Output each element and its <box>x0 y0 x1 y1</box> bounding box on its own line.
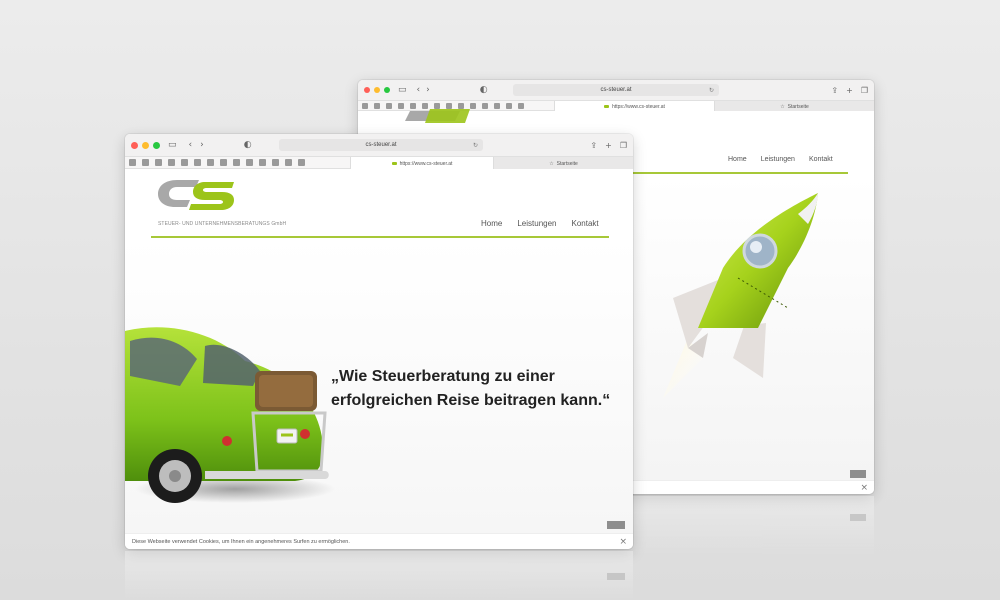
tab-label: Startseite <box>787 103 809 110</box>
address-text: cs-steuer.at <box>600 87 632 93</box>
close-icon[interactable]: × <box>860 483 868 493</box>
maximize-window-button[interactable] <box>153 141 160 149</box>
header-divider <box>151 236 609 238</box>
favorite-item[interactable] <box>482 102 488 109</box>
hero-section: „Wie Steuerberatung zu einer erfolgreich… <box>125 239 633 535</box>
tab-label: https://www.cs-steuer.at <box>399 160 453 167</box>
address-text: cs-steuer.at <box>365 142 397 148</box>
favorite-item[interactable] <box>220 159 227 166</box>
sidebar-icon[interactable]: ▭ <box>168 140 177 150</box>
favicon <box>391 162 397 165</box>
front-toolbar: ▭ ‹ › ◐ cs-steuer.at ↻ ⇪ + ❐ <box>125 134 633 156</box>
favorite-item[interactable] <box>181 159 188 166</box>
star-icon: ☆ <box>780 103 785 110</box>
favorite-item[interactable] <box>129 159 136 166</box>
favorite-item[interactable] <box>207 159 214 166</box>
reload-icon[interactable]: ↻ <box>473 142 478 149</box>
share-icon[interactable]: ⇪ <box>590 141 597 150</box>
close-window-button[interactable] <box>364 87 370 93</box>
front-window-reflection <box>125 551 633 600</box>
favorite-item[interactable] <box>518 102 524 109</box>
plus-icon[interactable]: + <box>605 141 612 150</box>
tabs-icon[interactable]: ❐ <box>861 86 868 95</box>
cookie-text: Diese Webseite verwendet Cookies, um Ihn… <box>132 538 350 545</box>
nav-home[interactable]: Home <box>728 156 747 163</box>
tab-label: https://www.cs-steuer.at <box>612 103 665 110</box>
chevron-right-icon[interactable]: › <box>426 85 430 95</box>
reflection-scroll <box>850 514 866 521</box>
scroll-to-top-button[interactable] <box>607 521 625 529</box>
minimize-window-button[interactable] <box>374 87 380 93</box>
window-controls <box>364 87 390 93</box>
address-bar[interactable]: cs-steuer.at ↻ <box>513 84 719 96</box>
shield-icon[interactable]: ◐ <box>480 85 488 95</box>
nav-leistungen[interactable]: Leistungen <box>761 156 795 163</box>
toolbar-right: ⇪ + ❐ <box>590 141 627 150</box>
minimize-window-button[interactable] <box>142 141 149 149</box>
share-icon[interactable]: ⇪ <box>831 86 838 95</box>
favorite-item[interactable] <box>142 159 149 166</box>
tabs-icon[interactable]: ❐ <box>620 141 627 150</box>
reflection-scroll <box>607 573 625 580</box>
hero-quote: „Wie Steuerberatung zu einer erfolgreich… <box>331 365 610 413</box>
rocket-illustration <box>663 193 818 398</box>
close-window-button[interactable] <box>131 141 138 149</box>
cs-logo[interactable] <box>155 179 239 219</box>
address-bar[interactable]: cs-steuer.at ↻ <box>279 139 483 151</box>
maximize-window-button[interactable] <box>384 87 390 93</box>
favorite-item[interactable] <box>233 159 240 166</box>
favorite-item[interactable] <box>194 159 201 166</box>
logo-subtitle: STEUER- UND UNTERNEHMENSBERATUNGS GmbH <box>158 221 287 227</box>
favicon <box>604 105 610 108</box>
favorite-item[interactable] <box>386 102 392 109</box>
scroll-to-top-button[interactable] <box>850 470 866 478</box>
nav-kontakt[interactable]: Kontakt <box>572 219 599 228</box>
favorite-item[interactable] <box>362 102 368 109</box>
front-browser-window: ▭ ‹ › ◐ cs-steuer.at ↻ ⇪ + ❐ https://www… <box>125 134 633 549</box>
main-nav: Home Leistungen Kontakt <box>481 219 599 228</box>
nav-leistungen[interactable]: Leistungen <box>517 219 556 228</box>
chevron-left-icon[interactable]: ‹ <box>189 140 193 150</box>
back-toolbar: ▭ ‹ › ◐ cs-steuer.at ↻ ⇪ + ❐ <box>358 80 874 100</box>
favorite-item[interactable] <box>298 159 305 166</box>
close-icon[interactable]: × <box>619 537 627 547</box>
reload-icon[interactable]: ↻ <box>709 87 714 94</box>
chevron-right-icon[interactable]: › <box>200 140 204 150</box>
favorite-item[interactable] <box>494 102 500 109</box>
main-nav: Home Leistungen Kontakt <box>728 156 833 163</box>
favorite-item[interactable] <box>374 102 380 109</box>
toolbar-right: ⇪ + ❐ <box>831 86 868 95</box>
favorite-item[interactable] <box>506 102 512 109</box>
favorite-item[interactable] <box>155 159 162 166</box>
shield-icon[interactable]: ◐ <box>244 140 252 150</box>
plus-icon[interactable]: + <box>846 86 853 95</box>
nav-kontakt[interactable]: Kontakt <box>809 156 833 163</box>
tab-label: Startseite <box>556 160 578 167</box>
hero-quote-line2: erfolgreichen Reise beitragen kann.“ <box>331 392 611 409</box>
sidebar-icon[interactable]: ▭ <box>398 85 407 95</box>
favorite-item[interactable] <box>168 159 175 166</box>
favorite-item[interactable] <box>246 159 253 166</box>
hero-quote-line1: „Wie Steuerberatung zu einer <box>331 368 555 385</box>
logo[interactable] <box>400 107 480 127</box>
favorite-item[interactable] <box>259 159 266 166</box>
window-controls <box>131 141 160 149</box>
favorite-item[interactable] <box>285 159 292 166</box>
site-header: STEUER- UND UNTERNEHMENSBERATUNGS GmbH H… <box>125 169 633 239</box>
chevron-left-icon[interactable]: ‹ <box>417 85 421 95</box>
green-beetle-car-image <box>125 327 335 503</box>
favorite-item[interactable] <box>272 159 279 166</box>
star-icon: ☆ <box>549 160 554 167</box>
favorites-bar: https://www.cs-steuer.at ☆ Startseite <box>125 156 633 170</box>
nav-home[interactable]: Home <box>481 219 502 228</box>
cookie-bar: Diese Webseite verwendet Cookies, um Ihn… <box>125 533 633 549</box>
